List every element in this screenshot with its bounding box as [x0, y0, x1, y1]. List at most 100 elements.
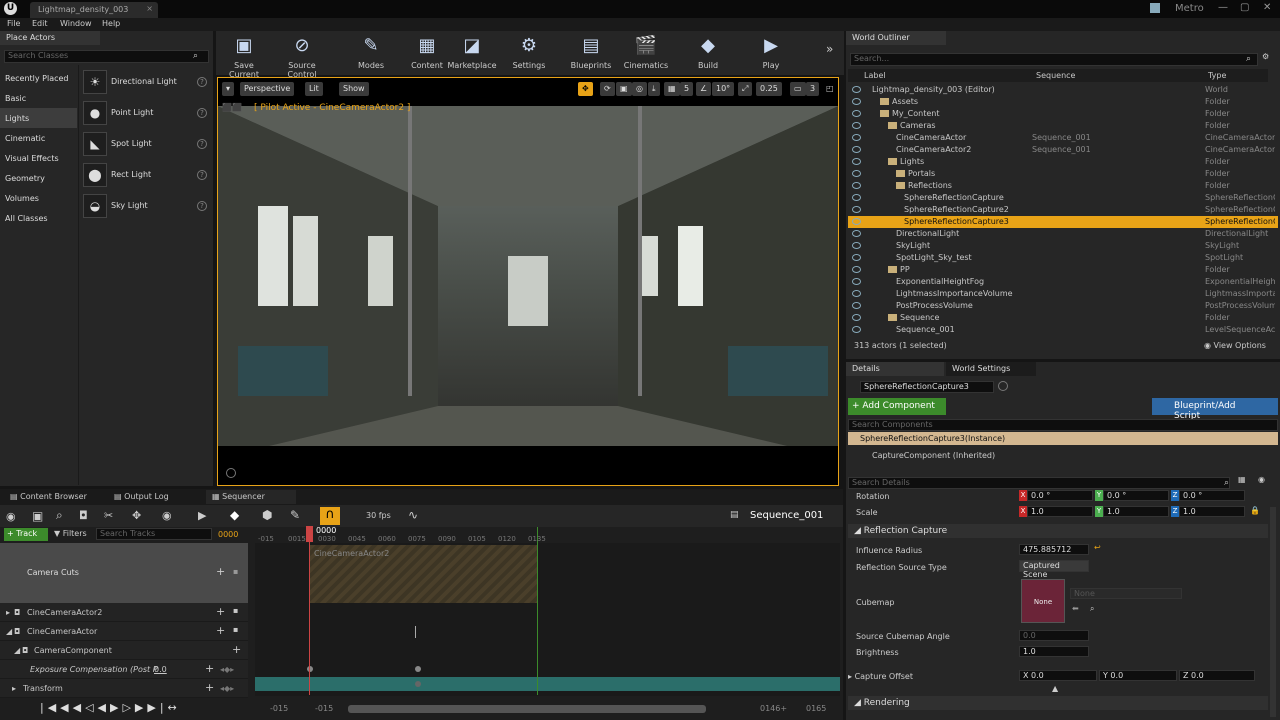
- add-key-icon[interactable]: +: [205, 681, 214, 694]
- world-local-icon[interactable]: ◎: [632, 82, 647, 96]
- search-details-input[interactable]: Search Details: [848, 477, 1230, 489]
- visibility-eye-icon[interactable]: [852, 218, 861, 225]
- edit-icon[interactable]: ✎: [290, 508, 300, 522]
- help-icon[interactable]: ?: [197, 108, 207, 118]
- camera-icon[interactable]: ▪: [233, 606, 238, 615]
- visibility-eye-icon[interactable]: [852, 254, 861, 261]
- snap-icon[interactable]: ∩: [320, 507, 340, 525]
- view-options-button[interactable]: ◉ View Options: [1204, 341, 1266, 350]
- surface-snap-icon[interactable]: ⤓: [648, 82, 660, 96]
- close-window-icon[interactable]: ✕: [1263, 2, 1271, 13]
- close-tab-icon[interactable]: ×: [146, 4, 153, 13]
- outliner-row[interactable]: My_Content Folder: [848, 108, 1278, 120]
- help-icon[interactable]: ?: [197, 139, 207, 149]
- curve-editor-icon[interactable]: ∿: [408, 508, 418, 522]
- working-start-field[interactable]: -015: [315, 704, 333, 713]
- auto-key-icon[interactable]: ⬢: [262, 508, 272, 522]
- menu-help[interactable]: Help: [102, 19, 120, 28]
- marketplace-button[interactable]: ◪ Marketplace: [446, 34, 498, 72]
- reflection-source-type-dropdown[interactable]: Captured Scene: [1019, 560, 1089, 579]
- offset-x-field[interactable]: X 0.0: [1019, 670, 1097, 681]
- content-browser-tab[interactable]: ▤ Content Browser: [4, 490, 93, 504]
- transform-scale-icon[interactable]: ▣: [616, 82, 632, 96]
- show-button[interactable]: Show: [339, 82, 369, 96]
- search-components-input[interactable]: Search Components: [848, 419, 1278, 431]
- visibility-eye-icon[interactable]: [852, 98, 861, 105]
- perspective-button[interactable]: Perspective: [240, 82, 295, 96]
- keyframe-dot[interactable]: [415, 666, 421, 672]
- source-cubemap-angle-field[interactable]: 0.0: [1019, 630, 1089, 641]
- maximize-viewport-icon[interactable]: ◰: [826, 84, 834, 93]
- camera-speed-icon[interactable]: ▭: [790, 82, 806, 96]
- track-row[interactable]: Exposure Compensation (Post P 0.0 + ◂◆▸: [0, 660, 248, 679]
- search-icon[interactable]: ⌕: [56, 508, 63, 523]
- help-icon[interactable]: ?: [197, 201, 207, 211]
- visibility-eye-icon[interactable]: [852, 206, 861, 213]
- grid-snap-icon[interactable]: ▦: [664, 82, 680, 96]
- outliner-row[interactable]: Sequence_001 LevelSequenceActo: [848, 324, 1278, 336]
- transform-move-icon[interactable]: ✥: [578, 82, 593, 96]
- working-end-field[interactable]: 0146+: [760, 704, 787, 713]
- scale-snap-value[interactable]: 0.25: [756, 82, 782, 96]
- outliner-row[interactable]: SkyLight SkyLight: [848, 240, 1278, 252]
- visibility-eye-icon[interactable]: [852, 302, 861, 309]
- expand-icon[interactable]: ▸: [6, 608, 10, 617]
- cubemap-thumbnail[interactable]: None: [1021, 579, 1065, 623]
- key-nav-icon[interactable]: ◂◆▸: [220, 665, 234, 674]
- transform-rotate-icon[interactable]: ⟳: [600, 82, 615, 96]
- outliner-row[interactable]: DirectionalLight DirectionalLight: [848, 228, 1278, 240]
- keyframe-dot[interactable]: [415, 681, 421, 687]
- key-nav-icon[interactable]: ◂◆▸: [220, 684, 234, 693]
- track-row[interactable]: ◢ ◘ CameraComponent +: [0, 641, 248, 660]
- offset-y-field[interactable]: Y 0.0: [1099, 670, 1177, 681]
- outliner-row[interactable]: SphereReflectionCapture SphereReflectionC…: [848, 192, 1278, 204]
- keyframe-marker[interactable]: [415, 626, 416, 638]
- viewport-options-button[interactable]: ▾: [222, 82, 235, 96]
- outliner-row[interactable]: ExponentialHeightFog ExponentialHeightF: [848, 276, 1278, 288]
- help-icon[interactable]: ?: [197, 170, 207, 180]
- visibility-eye-icon[interactable]: [852, 110, 861, 117]
- camera-cut-section[interactable]: CineCameraActor2: [310, 545, 538, 603]
- category-cinematic[interactable]: Cinematic: [0, 128, 77, 148]
- world-settings-tab[interactable]: World Settings: [946, 362, 1036, 376]
- filters-dropdown[interactable]: ▼ Filters: [54, 529, 87, 538]
- transport-controls[interactable]: |◀◀◀◁◀▶▷▶▶|↔: [40, 701, 181, 714]
- grid-size-value[interactable]: 5: [680, 82, 694, 96]
- outliner-row[interactable]: SphereReflectionCapture2 SphereReflection…: [848, 204, 1278, 216]
- scale-y-field[interactable]: 1.0: [1103, 506, 1169, 517]
- browse-icon[interactable]: ⌕: [1090, 604, 1094, 614]
- search-classes-input[interactable]: Search Classes: [4, 50, 209, 63]
- visibility-eye-icon[interactable]: [852, 242, 861, 249]
- level-viewport[interactable]: ▾ Perspective Lit Show ✥ ⟳ ▣ ◎ ⤓ ▦ 5 ∠ 1…: [217, 77, 839, 486]
- add-track-button[interactable]: + Track: [4, 528, 48, 541]
- settings-button[interactable]: ⚙ Settings: [503, 34, 555, 72]
- camera-icon[interactable]: ▪: [233, 567, 238, 576]
- visibility-eye-icon[interactable]: [852, 290, 861, 297]
- rendering-section[interactable]: ◢ Rendering: [848, 696, 1268, 710]
- lock-scale-icon[interactable]: 🔒: [1250, 506, 1260, 515]
- visibility-eye-icon[interactable]: [852, 158, 861, 165]
- brightness-field[interactable]: 1.0: [1019, 646, 1089, 657]
- visibility-icon[interactable]: ◉: [1258, 475, 1265, 484]
- visibility-eye-icon[interactable]: [852, 146, 861, 153]
- rotation-snap-icon[interactable]: ∠: [696, 82, 712, 96]
- blueprint-add-script-button[interactable]: Blueprint/Add Script: [1152, 398, 1278, 421]
- use-selected-icon[interactable]: ⬅: [1072, 604, 1079, 613]
- view-start-field[interactable]: -015: [270, 704, 288, 713]
- playhead-line[interactable]: [309, 527, 310, 695]
- view-icon[interactable]: ◉: [162, 509, 172, 522]
- scale-x-field[interactable]: 1.0: [1027, 506, 1093, 517]
- add-icon[interactable]: +: [216, 624, 225, 637]
- render-icon[interactable]: ✂: [104, 509, 113, 522]
- influence-radius-field[interactable]: 475.885712: [1019, 544, 1089, 555]
- outliner-row[interactable]: LightmassImportanceVolume LightmassImport…: [848, 288, 1278, 300]
- tools-icon[interactable]: ✥: [132, 509, 141, 522]
- outliner-row[interactable]: Lights Folder: [848, 156, 1278, 168]
- actor-name-field[interactable]: SphereReflectionCapture3: [860, 381, 994, 393]
- add-icon[interactable]: +: [216, 565, 225, 578]
- column-sequence[interactable]: Sequence: [1036, 71, 1075, 80]
- menu-file[interactable]: File: [7, 19, 20, 28]
- modes-button[interactable]: ✎ Modes: [345, 34, 397, 72]
- rotation-snap-value[interactable]: 10°: [712, 82, 735, 96]
- outliner-search-input[interactable]: Search...: [850, 53, 1258, 66]
